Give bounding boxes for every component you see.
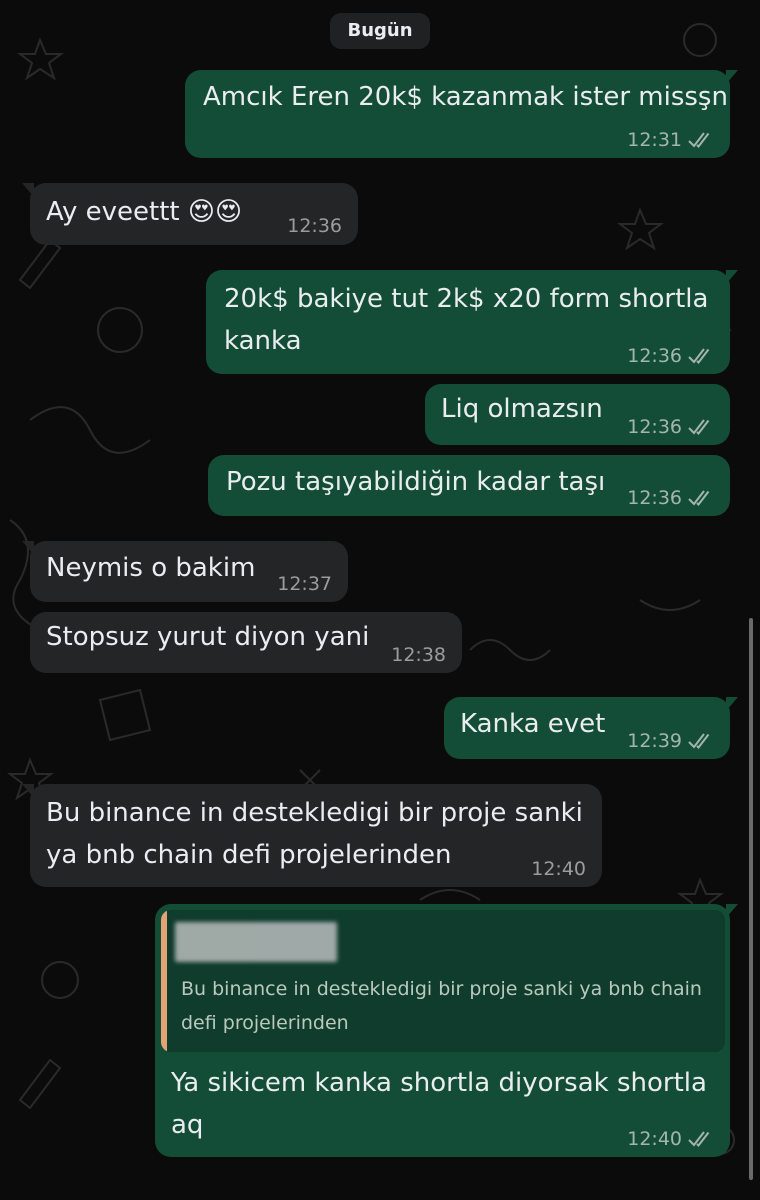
message-meta: 12:36 <box>627 416 714 438</box>
message-meta: 12:38 <box>391 644 446 666</box>
message-time: 12:31 <box>627 129 682 151</box>
read-double-check-icon <box>688 348 710 365</box>
message-bubble-outgoing[interactable]: Amcık Eren 20k$ kazanmak ister missşn 12… <box>185 70 738 158</box>
quoted-message-text: Bu binance in destekledigi bir proje san… <box>181 978 702 1034</box>
message-bubble-outgoing[interactable]: Liq olmazsın 12:36 <box>425 384 730 445</box>
message-bubble-incoming[interactable]: Neymis o bakim 12:37 <box>22 541 348 602</box>
message-text: Neymis o bakim <box>46 553 256 583</box>
message-text: Pozu taşıyabildiğin kadar taşı <box>226 467 606 497</box>
message-text: Liq olmazsın <box>441 394 603 424</box>
message-time: 12:40 <box>531 858 586 880</box>
read-double-check-icon <box>688 490 710 507</box>
message-text-line: Ya sikicem kanka shortla diyorsak shortl… <box>171 1068 707 1098</box>
message-time: 12:39 <box>627 730 682 752</box>
message-text-line: aq <box>171 1110 204 1140</box>
message-text-line: ya bnb chain defi projelerinden <box>46 840 452 870</box>
message-bubble-outgoing-reply[interactable]: Bu binance in destekledigi bir proje san… <box>155 904 738 1157</box>
message-time: 12:36 <box>287 215 342 237</box>
quote-accent-bar <box>161 910 167 1052</box>
message-meta: 12:36 <box>627 345 714 367</box>
message-time: 12:36 <box>627 416 682 438</box>
message-time: 12:37 <box>277 573 332 595</box>
read-double-check-icon <box>688 419 710 436</box>
message-meta: 12:40 <box>531 858 586 880</box>
message-text: Kanka evet <box>460 709 606 739</box>
message-meta: 12:40 <box>627 1128 714 1150</box>
message-time: 12:40 <box>627 1128 682 1150</box>
message-time: 12:38 <box>391 644 446 666</box>
quoted-message[interactable]: Bu binance in destekledigi bir proje san… <box>161 910 725 1052</box>
read-double-check-icon <box>688 132 710 149</box>
message-bubble-outgoing[interactable]: Kanka evet 12:39 <box>444 697 738 759</box>
message-meta: 12:36 <box>627 487 714 509</box>
scrollbar[interactable] <box>749 618 753 1180</box>
read-double-check-icon <box>688 733 710 750</box>
message-text-line: Bu binance in destekledigi bir proje san… <box>46 798 583 828</box>
date-separator: Bugün <box>330 13 430 49</box>
message-text-line: 20k$ bakiye tut 2k$ x20 form shortla <box>224 284 709 314</box>
message-bubble-incoming[interactable]: Stopsuz yurut diyon yani 12:38 <box>30 612 462 673</box>
message-meta: 12:37 <box>277 573 332 595</box>
message-time: 12:36 <box>627 487 682 509</box>
message-bubble-incoming[interactable]: Ay eveettt 😍😍 12:36 <box>22 183 358 245</box>
message-bubble-outgoing[interactable]: 20k$ bakiye tut 2k$ x20 form shortla kan… <box>206 270 738 374</box>
read-double-check-icon <box>688 1131 710 1148</box>
quoted-sender-redacted <box>175 922 337 962</box>
message-bubble-incoming[interactable]: Bu binance in destekledigi bir proje san… <box>22 784 602 887</box>
message-time: 12:36 <box>627 345 682 367</box>
message-text: Ay eveettt 😍😍 <box>46 197 243 227</box>
message-text: Amcık Eren 20k$ kazanmak ister missşn <box>203 82 728 112</box>
message-text: Stopsuz yurut diyon yani <box>46 622 370 652</box>
message-meta: 12:36 <box>287 215 342 237</box>
message-bubble-outgoing[interactable]: Pozu taşıyabildiğin kadar taşı 12:36 <box>208 455 730 516</box>
message-meta: 12:39 <box>627 730 714 752</box>
message-meta: 12:31 <box>627 129 714 151</box>
message-text-line: kanka <box>224 326 302 356</box>
